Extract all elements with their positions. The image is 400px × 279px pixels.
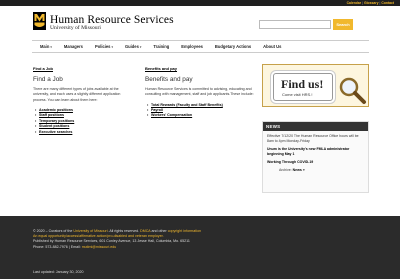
benefits-section: Benefits and pay Benefits and pay Human …: [145, 66, 255, 119]
magnifier-icon: [339, 77, 366, 104]
site-header: Human Resource Services University of Mi…: [0, 6, 400, 38]
news-heading: NEWS: [263, 122, 368, 131]
nav-label: Policies: [94, 44, 111, 49]
find-a-job-text: There are many different types of jobs a…: [33, 86, 121, 102]
chevron-down-icon: ▾: [111, 44, 113, 49]
benefits-heading: Benefits and pay: [145, 76, 193, 84]
separator: |: [362, 1, 363, 5]
site-title[interactable]: Human Resource Services: [50, 14, 174, 26]
nav-label: Budgetary Actions: [214, 44, 252, 49]
search-button[interactable]: Search: [333, 19, 353, 30]
nav-label: Training: [153, 44, 170, 49]
last-updated: Last updated: January 30, 2020: [33, 270, 84, 274]
nav-label: Main: [40, 44, 50, 49]
and-other-text: and other: [150, 229, 168, 233]
email-link[interactable]: mutiml@missouri.edu: [82, 245, 117, 249]
site-subtitle: University of Missouri: [50, 25, 101, 31]
benefits-link[interactable]: Benefits and pay: [145, 66, 255, 71]
nav-item-training[interactable]: Training: [148, 44, 174, 49]
dmca-link[interactable]: DMCA: [140, 229, 150, 233]
news-item[interactable]: Unum is the University's new FMLA admini…: [267, 147, 364, 157]
nav-label: Employees: [181, 44, 203, 49]
copyright-info-link[interactable]: copyright information: [168, 229, 201, 233]
university-link[interactable]: University of Missouri: [73, 229, 107, 233]
job-list: Academic positions Staff positions Tempo…: [33, 108, 133, 135]
find-us-card: Find us! Come visit HRS.!: [273, 73, 333, 101]
benefits-text: Human Resource Services is committed to …: [145, 86, 254, 97]
search-input[interactable]: [259, 20, 331, 29]
news-item[interactable]: Working Through COVID-19: [267, 160, 364, 165]
benefits-list: Total Rewards (Faculty and Staff Benefit…: [145, 103, 255, 120]
rights-text: . All rights reserved.: [107, 229, 141, 233]
workers-compensation-link[interactable]: Workers' Compensation: [147, 113, 255, 119]
find-a-job-section: Find a Job Find a Job There are many dif…: [33, 66, 133, 136]
find-a-job-heading: Find a Job: [33, 76, 63, 84]
main-nav: Main ▾ Managers Policies ▾ Guides ▾ Trainin…: [32, 40, 369, 53]
archive-label: Archive:: [279, 168, 292, 172]
news-item[interactable]: Effective 7/12/20 The Human Resource Off…: [267, 134, 364, 144]
site-footer: © 2020 – Curators of the University of M…: [0, 216, 400, 279]
chevron-down-icon: ▾: [139, 44, 142, 49]
nav-item-about-us[interactable]: About Us: [258, 44, 286, 49]
nav-item-budgetary-actions[interactable]: Budgetary Actions: [210, 44, 256, 49]
university-logo-icon[interactable]: [33, 12, 46, 30]
find-us-title: Find us!: [281, 77, 324, 91]
calendar-link[interactable]: Calendar: [347, 1, 362, 5]
nav-item-main[interactable]: Main ▾: [35, 44, 57, 49]
copyright-text: © 2020 – Curators of the: [33, 229, 74, 233]
nav-label: Guides: [124, 44, 139, 49]
nav-item-guides[interactable]: Guides ▾: [120, 44, 146, 49]
chevron-down-icon: ▾: [50, 44, 52, 49]
executive-searches-link[interactable]: Executive searches: [35, 130, 133, 136]
separator: |: [379, 1, 381, 5]
nav-item-policies[interactable]: Policies ▾: [90, 44, 118, 49]
news-archive: Archive: News »: [267, 168, 364, 173]
find-a-job-link[interactable]: Find a Job: [33, 66, 133, 71]
glossary-link[interactable]: Glossary: [364, 1, 379, 5]
nav-label: Managers: [63, 44, 83, 49]
nav-label: About Us: [263, 44, 282, 49]
news-archive-link[interactable]: News »: [293, 168, 305, 172]
news-panel: NEWS Effective 7/12/20 The Human Resourc…: [262, 121, 369, 193]
footer-info: © 2020 – Curators of the University of M…: [33, 229, 363, 250]
contact-line: Phone: 573-882-7976 | Email: mutiml@miss…: [33, 245, 363, 250]
nav-item-employees[interactable]: Employees: [176, 44, 208, 49]
nav-item-managers[interactable]: Managers: [59, 44, 88, 49]
find-us-banner[interactable]: Find us! Come visit HRS.!: [262, 64, 369, 107]
contact-link[interactable]: Contact: [381, 1, 394, 5]
find-us-subtitle: Come visit HRS.!: [282, 92, 313, 97]
news-list: Effective 7/12/20 The Human Resource Off…: [263, 131, 368, 179]
phone-text: Phone: 573-882-7976 | Email:: [33, 244, 82, 249]
